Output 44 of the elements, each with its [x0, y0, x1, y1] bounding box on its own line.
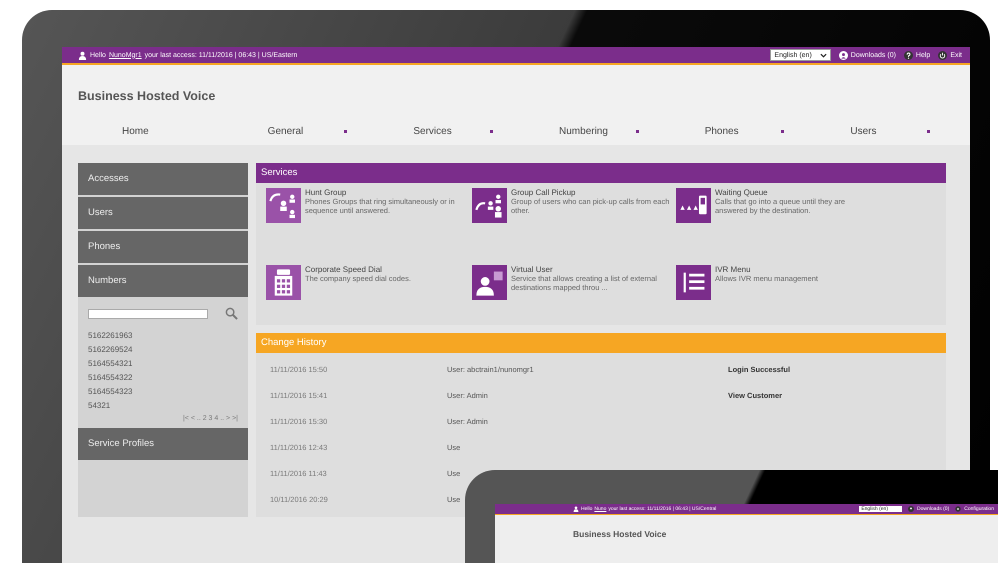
sidebar-item[interactable]: Service Profiles — [78, 428, 248, 460]
nav-menu-item[interactable]: Phones — [704, 126, 739, 137]
service-name[interactable]: Virtual User — [511, 265, 671, 274]
sidebar-item[interactable]: Users — [78, 197, 248, 229]
dropdown-marker-icon — [781, 130, 784, 133]
dropdown-marker-icon — [927, 130, 930, 133]
service-name[interactable]: Waiting Queue — [715, 188, 875, 197]
service-name[interactable]: Hunt Group — [305, 188, 465, 197]
service-name[interactable]: Corporate Speed Dial — [305, 265, 465, 274]
sidebar-item[interactable]: Accesses — [78, 163, 248, 195]
dropdown-marker-icon — [490, 130, 494, 133]
search-field[interactable] — [88, 308, 208, 318]
nav-menu-item[interactable]: Services — [413, 126, 452, 137]
power-icon — [938, 50, 948, 60]
number-link[interactable]: 5164554321 — [88, 359, 238, 368]
chevron-down-icon — [820, 52, 827, 58]
nav-menu-item[interactable]: General — [268, 126, 304, 137]
number-link[interactable]: 5162261963 — [88, 331, 238, 340]
service-name[interactable]: IVR Menu — [715, 265, 875, 274]
panel-header: Change History — [256, 333, 946, 353]
settings-icon — [955, 506, 962, 512]
number-link[interactable]: 5164554322 — [88, 373, 238, 382]
list-icon[interactable] — [676, 265, 711, 300]
phone-people-icon[interactable] — [472, 188, 507, 223]
panel-header: Services — [256, 163, 946, 183]
help-icon — [904, 50, 913, 60]
sidebar-item[interactable]: Phones — [78, 231, 248, 263]
nav-menu-item[interactable]: Users — [850, 126, 876, 137]
people-network-icon[interactable] — [266, 188, 301, 223]
nav-menu-item[interactable]: Home — [122, 126, 149, 137]
search-icon[interactable] — [225, 307, 238, 320]
app-title: Business Hosted Voice — [572, 528, 668, 539]
person-icon[interactable] — [472, 265, 507, 300]
calculator-icon[interactable] — [266, 265, 301, 300]
number-link[interactable]: 54321 — [88, 401, 238, 410]
service-name[interactable]: Group Call Pickup — [511, 188, 671, 197]
number-link[interactable]: 5162269524 — [88, 345, 238, 354]
sidebar-item[interactable]: Numbers — [78, 265, 248, 297]
nav-menu-item[interactable]: Numbering — [559, 126, 608, 137]
dropdown-marker-icon — [344, 130, 348, 133]
app-title: Business Hosted Voice — [78, 89, 216, 103]
dropdown-marker-icon — [636, 130, 639, 133]
number-link[interactable]: 5164554323 — [88, 387, 238, 396]
queue-icon[interactable] — [676, 188, 711, 223]
